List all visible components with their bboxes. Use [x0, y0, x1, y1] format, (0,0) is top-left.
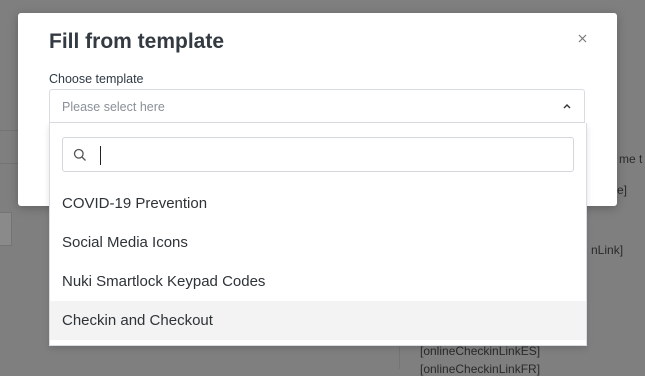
text-cursor: [100, 146, 101, 165]
bg-text: e]: [617, 183, 628, 197]
template-dropdown: COVID-19 Prevention Social Media Icons N…: [49, 123, 587, 346]
search-input[interactable]: [97, 144, 561, 168]
bg-text: [onlineCheckinLinkFR]: [420, 362, 541, 376]
choose-template-label: Choose template: [49, 72, 144, 86]
bg-text: nLink]: [591, 243, 624, 257]
bg-text: [onlineCheckinLinkES]: [420, 344, 541, 358]
close-icon: [578, 34, 586, 42]
bg-divider: [0, 130, 18, 131]
option-checkin-and-checkout[interactable]: Checkin and Checkout: [50, 301, 586, 340]
chevron-up-icon: [563, 104, 571, 109]
modal-title: Fill from template: [49, 30, 225, 53]
bg-text: me t: [619, 152, 643, 166]
option-social-media-icons[interactable]: Social Media Icons: [50, 223, 586, 262]
option-covid-19-prevention[interactable]: COVID-19 Prevention: [50, 184, 586, 223]
search-icon: [73, 148, 86, 161]
select-placeholder: Please select here: [62, 100, 165, 114]
close-button[interactable]: [575, 31, 589, 45]
bg-divider: [0, 163, 18, 164]
bg-button: [0, 212, 12, 246]
template-select[interactable]: Please select here: [49, 89, 585, 123]
option-nuki-smartlock-keypad-codes[interactable]: Nuki Smartlock Keypad Codes: [50, 262, 586, 301]
search-box[interactable]: [62, 137, 574, 172]
